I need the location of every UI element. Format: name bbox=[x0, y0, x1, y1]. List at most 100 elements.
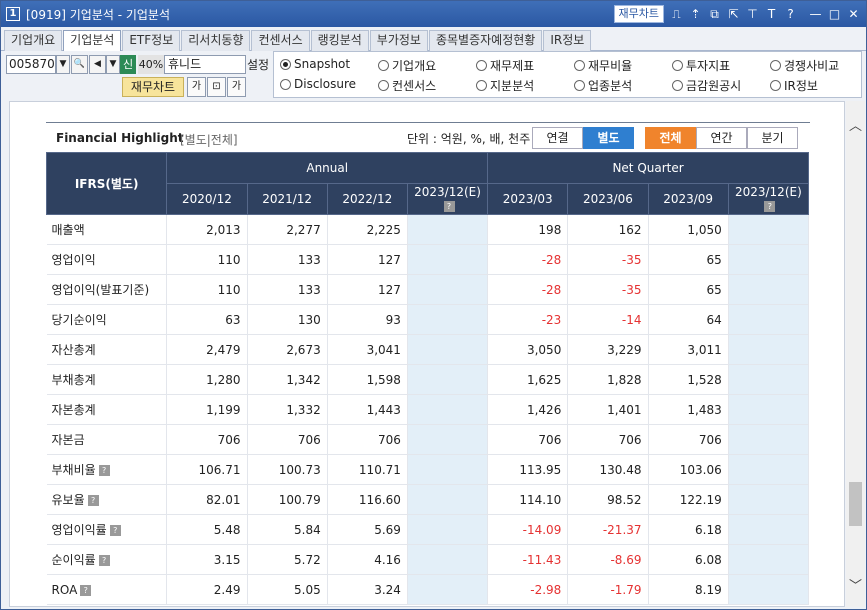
table-row: 순이익률? 3.15 5.72 4.16 -11.43 -8.69 6.08 bbox=[46, 544, 810, 575]
pin-icon[interactable]: ⊤ bbox=[746, 7, 759, 21]
row-label-text: 자본총계 bbox=[51, 403, 96, 417]
table-cell: -28 bbox=[487, 244, 569, 275]
row-label-text: 부채비율 bbox=[51, 463, 96, 477]
tab-2[interactable]: ETF정보 bbox=[122, 30, 181, 51]
tab-5[interactable]: 랭킹분석 bbox=[310, 30, 369, 51]
table-cell bbox=[728, 274, 810, 305]
table-row: 영업이익(발표기준) 110 133 127 -28 -35 65 bbox=[46, 274, 810, 305]
chart-icon[interactable]: ⎍ bbox=[670, 7, 683, 22]
radio-4[interactable]: 투자지표 bbox=[672, 57, 730, 74]
table-cell bbox=[728, 454, 810, 485]
table-cell: 114.10 bbox=[487, 484, 569, 515]
help-icon[interactable]: ? bbox=[784, 7, 797, 21]
quarter-toggle[interactable]: 분기 bbox=[747, 127, 798, 149]
close-icon[interactable]: ✕ bbox=[847, 7, 860, 21]
help-icon[interactable]: ? bbox=[109, 525, 121, 536]
radio-11[interactable]: IR정보 bbox=[770, 77, 818, 94]
table-row: 매출액 2,013 2,277 2,225 198 162 1,050 bbox=[46, 214, 810, 245]
row-label-text: 유보율 bbox=[51, 493, 85, 507]
help-icon[interactable]: ? bbox=[80, 584, 92, 596]
financial-chart-toggle[interactable]: 재무차트 bbox=[122, 77, 184, 97]
table-cell bbox=[407, 454, 489, 485]
table-header-ifrs: IFRS(별도) bbox=[45, 152, 168, 215]
search-icon[interactable]: 🔍 bbox=[71, 55, 88, 74]
table-cell: 93 bbox=[327, 304, 408, 335]
table-cell: 3,229 bbox=[567, 334, 649, 365]
table-cell: 706 bbox=[648, 424, 729, 455]
table-cell: 110 bbox=[166, 244, 248, 275]
table-cell: 706 bbox=[166, 424, 248, 455]
scroll-up-icon[interactable]: ︿ bbox=[846, 115, 865, 134]
help-icon[interactable]: ? bbox=[98, 465, 110, 476]
table-cell: 2,225 bbox=[327, 214, 408, 245]
table-cell: 100.79 bbox=[247, 484, 328, 515]
tab-3[interactable]: 리서치동향 bbox=[181, 30, 251, 51]
minimize-icon[interactable]: — bbox=[809, 7, 822, 21]
help-icon[interactable]: ? bbox=[764, 201, 776, 212]
vertical-scrollbar[interactable]: ︿ ﹀ bbox=[846, 101, 865, 607]
table-cell: 127 bbox=[327, 244, 408, 275]
stock-name-field[interactable]: 휴니드 bbox=[164, 55, 246, 74]
radio-7[interactable]: 컨센서스 bbox=[378, 77, 436, 94]
copy-icon[interactable]: ⧉ bbox=[708, 7, 721, 22]
radio-5[interactable]: 경쟁사비교 bbox=[770, 57, 839, 74]
table-cell: 98.52 bbox=[567, 484, 649, 515]
tab-1[interactable]: 기업분석 bbox=[63, 30, 122, 52]
font-size-icon[interactable]: 가 bbox=[187, 77, 206, 97]
radio-9[interactable]: 업종분석 bbox=[574, 77, 632, 94]
tab-8[interactable]: IR정보 bbox=[543, 30, 592, 51]
help-icon[interactable]: ? bbox=[443, 201, 455, 212]
help-icon[interactable]: ? bbox=[98, 555, 110, 566]
consolidated-toggle[interactable]: 연결 bbox=[532, 127, 583, 149]
table-cell: 198 bbox=[487, 214, 569, 245]
table-cell: 63 bbox=[166, 304, 248, 335]
help-icon[interactable]: ? bbox=[87, 495, 99, 506]
dropdown-arrow-icon[interactable]: ▼ bbox=[106, 55, 120, 74]
setting-button[interactable]: 설정 bbox=[247, 56, 269, 73]
scroll-thumb[interactable] bbox=[849, 482, 862, 526]
pin-up-icon[interactable]: ⇡ bbox=[689, 7, 702, 21]
radio-circle-icon bbox=[280, 58, 291, 70]
fit-icon[interactable]: ⊡ bbox=[207, 77, 226, 97]
table-cell: 706 bbox=[567, 424, 649, 455]
radio-0[interactable]: Snapshot bbox=[280, 57, 350, 71]
dropdown-arrow-icon[interactable]: ▼ bbox=[56, 55, 70, 74]
row-label-text: 당기순이익 bbox=[51, 313, 107, 327]
radio-10[interactable]: 금감원공시 bbox=[672, 77, 741, 94]
tab-0[interactable]: 기업개요 bbox=[4, 30, 63, 51]
tab-7[interactable]: 종목별증자예정현황 bbox=[428, 30, 543, 51]
scroll-down-icon[interactable]: ﹀ bbox=[846, 575, 865, 594]
radio-3[interactable]: 재무비율 bbox=[574, 57, 632, 74]
radio-2[interactable]: 재무제표 bbox=[476, 57, 534, 74]
tab-6[interactable]: 부가정보 bbox=[369, 30, 428, 51]
annual-toggle[interactable]: 연간 bbox=[696, 127, 747, 149]
column-header-label: 2022/12 bbox=[342, 192, 393, 206]
text-icon[interactable]: T bbox=[765, 7, 778, 21]
link-icon[interactable]: ⇱ bbox=[727, 7, 740, 21]
row-label: 영업이익(발표기준) bbox=[46, 274, 168, 305]
radio-circle-icon bbox=[574, 60, 585, 71]
radio-label: 기업개요 bbox=[392, 59, 437, 73]
radio-8[interactable]: 지분분석 bbox=[476, 77, 534, 94]
table-row: 자본금 706 706 706 706 706 706 bbox=[46, 424, 810, 455]
table-cell: 103.06 bbox=[648, 454, 729, 485]
radio-6[interactable]: Disclosure bbox=[280, 77, 356, 91]
separate-toggle[interactable]: 별도 bbox=[583, 127, 634, 149]
all-period-toggle[interactable]: 전체 bbox=[645, 127, 696, 149]
table-cell: -28 bbox=[487, 274, 569, 305]
tab-4[interactable]: 컨센서스 bbox=[251, 30, 310, 51]
radio-1[interactable]: 기업개요 bbox=[378, 57, 436, 74]
row-label: 당기순이익 bbox=[46, 304, 168, 335]
financial-chart-button[interactable]: 재무차트 bbox=[613, 5, 664, 23]
row-label-text: 자본금 bbox=[51, 433, 85, 447]
table-cell bbox=[407, 304, 489, 335]
window-number: 1 bbox=[6, 7, 20, 21]
table-cell: 1,426 bbox=[487, 394, 569, 425]
speaker-icon[interactable]: ◀ bbox=[89, 55, 106, 74]
table-cell: 133 bbox=[247, 244, 328, 275]
table-cell: 1,528 bbox=[648, 364, 729, 395]
stock-code-input[interactable]: 005870 bbox=[6, 55, 56, 74]
maximize-icon[interactable]: □ bbox=[828, 7, 841, 21]
font-up-icon[interactable]: 가 bbox=[227, 77, 246, 97]
table-cell: 3.24 bbox=[327, 574, 408, 605]
